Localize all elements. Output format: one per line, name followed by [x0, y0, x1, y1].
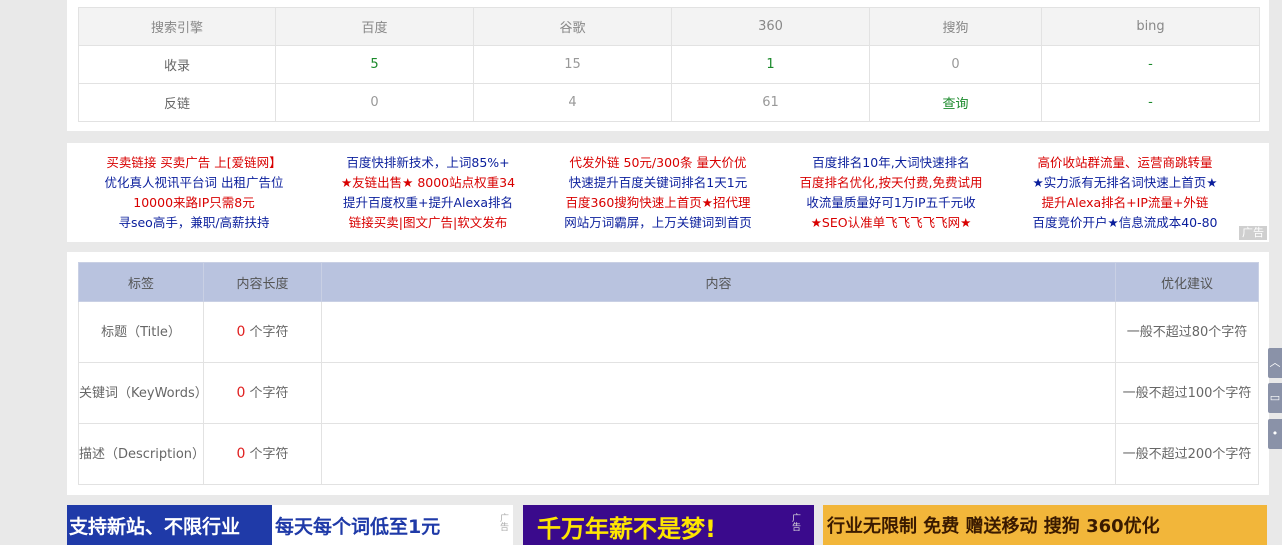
search-engine-stats-table: 搜索引擎 百度 谷歌 360 搜狗 bing 收录 5 15 1 0 - 反链 …: [78, 7, 1260, 122]
ad-link[interactable]: 链接买卖|图文广告|软文发布: [313, 213, 543, 233]
stats-header-google: 谷歌: [473, 7, 672, 46]
stats-header-baidu: 百度: [275, 7, 474, 46]
banner-2-ad-tag: 广告: [790, 513, 800, 531]
banner-1-ad-tag: 广告: [498, 513, 508, 531]
ad-link[interactable]: 优化真人视讯平台词 出租广告位: [79, 173, 309, 193]
stats-row-label: 反链: [78, 83, 276, 122]
banner-3-text: 行业无限制 免费 赠送移动 搜狗 360优化: [827, 516, 1160, 537]
seo-advice: 一般不超过100个字符: [1115, 362, 1259, 424]
seo-header-row: 标签 内容长度 内容 优化建议: [78, 262, 1259, 302]
ad-link[interactable]: 百度竞价开户★信息流成本40-80: [1010, 213, 1240, 233]
banner-1-left-text: 支持新站、不限行业: [69, 516, 241, 538]
banner-2-text: 千万年薪不是梦!: [537, 515, 716, 543]
seo-header-advice: 优化建议: [1115, 262, 1259, 302]
ad-link[interactable]: 收流量质量好可1万IP五千元收: [776, 193, 1006, 213]
seo-advice: 一般不超过80个字符: [1115, 301, 1259, 363]
ad-link[interactable]: 百度快排新技术，上词85%+: [313, 153, 543, 173]
stats-header-engine: 搜索引擎: [78, 7, 276, 46]
ad-column-3: 代发外链 50元/300条 量大价优 快速提升百度关键词排名1天1元 百度360…: [543, 153, 773, 233]
seo-header-content: 内容: [321, 262, 1116, 302]
stats-header-sogou: 搜狗: [869, 7, 1042, 46]
stats-header-360: 360: [671, 7, 870, 46]
seo-content-cell: [321, 301, 1116, 363]
ad-link[interactable]: 提升Alexa排名+IP流量+外链: [1010, 193, 1240, 213]
stats-header-bing: bing: [1041, 7, 1260, 46]
backlinks-360: 61: [671, 83, 870, 122]
seo-meta-table: 标签 内容长度 内容 优化建议 标题（Title） 0 个字符 一般不超过80个字…: [78, 262, 1259, 485]
indexed-sogou: 0: [869, 45, 1042, 84]
backlinks-baidu: 0: [275, 83, 474, 122]
ad-link[interactable]: 10000来路IP只需8元: [79, 193, 309, 213]
seo-meta-panel: 标签 内容长度 内容 优化建议 标题（Title） 0 个字符 一般不超过80个字…: [67, 252, 1269, 495]
text-ads-panel: 买卖链接 买卖广告 上[爱链网】 优化真人视讯平台词 出租广告位 10000来路…: [67, 143, 1269, 242]
feedback-icon[interactable]: ▭: [1268, 383, 1282, 413]
indexed-bing: -: [1041, 45, 1260, 84]
ad-link[interactable]: 提升百度权重+提升Alexa排名: [313, 193, 543, 213]
ad-link[interactable]: 百度排名10年,大词快速排名: [776, 153, 1006, 173]
seo-length-value: 0: [236, 445, 246, 462]
banner-ad-2[interactable]: 千万年薪不是梦! 广告: [523, 505, 814, 545]
banner-ad-1[interactable]: 支持新站、不限行业 每天每个词低至1元 广告: [67, 505, 513, 545]
seo-tag-name: 标题（Title）: [78, 301, 204, 363]
seo-header-tag: 标签: [78, 262, 204, 302]
seo-length-cell: 0 个字符: [203, 301, 322, 363]
ad-link[interactable]: 买卖链接 买卖广告 上[爱链网】: [79, 153, 309, 173]
ad-link[interactable]: 百度360搜狗快速上首页★招代理: [543, 193, 773, 213]
ad-label-badge: 广告: [1239, 226, 1267, 240]
backlinks-google: 4: [473, 83, 672, 122]
seo-length-cell: 0 个字符: [203, 362, 322, 424]
ad-link[interactable]: 寻seo高手，兼职/高薪扶持: [79, 213, 309, 233]
indexed-baidu-link[interactable]: 5: [275, 45, 474, 84]
seo-length-unit: 个字符: [249, 324, 289, 340]
seo-content-cell: [321, 362, 1116, 424]
seo-length-unit: 个字符: [249, 385, 289, 401]
seo-row-keywords: 关键词（KeyWords） 0 个字符 一般不超过100个字符: [78, 362, 1259, 424]
backlinks-sogou-query-link[interactable]: 查询: [869, 83, 1042, 122]
stats-row-indexed: 收录 5 15 1 0 -: [78, 45, 1260, 84]
ad-column-4: 百度排名10年,大词快速排名 百度排名优化,按天付费,免费试用 收流量质量好可1…: [776, 153, 1006, 233]
stats-header-row: 搜索引擎 百度 谷歌 360 搜狗 bing: [78, 7, 1260, 46]
ad-link[interactable]: ★友链出售★ 8000站点权重34: [313, 173, 543, 193]
ad-link[interactable]: 高价收站群流量、运营商跳转量: [1010, 153, 1240, 173]
ad-column-1: 买卖链接 买卖广告 上[爱链网】 优化真人视讯平台词 出租广告位 10000来路…: [79, 153, 309, 233]
up-arrow-icon[interactable]: ︿: [1268, 348, 1282, 378]
ad-link[interactable]: 百度排名优化,按天付费,免费试用: [776, 173, 1006, 193]
seo-length-cell: 0 个字符: [203, 423, 322, 485]
ad-column-2: 百度快排新技术，上词85%+ ★友链出售★ 8000站点权重34 提升百度权重+…: [313, 153, 543, 233]
indexed-360-link[interactable]: 1: [671, 45, 870, 84]
seo-header-length: 内容长度: [203, 262, 322, 302]
banner-ad-3[interactable]: 行业无限制 免费 赠送移动 搜狗 360优化: [823, 505, 1267, 545]
seo-tag-name: 描述（Description）: [78, 423, 205, 485]
ad-link[interactable]: 代发外链 50元/300条 量大价优: [543, 153, 773, 173]
seo-row-title: 标题（Title） 0 个字符 一般不超过80个字符: [78, 301, 1259, 363]
indexed-google: 15: [473, 45, 672, 84]
more-icon[interactable]: •: [1268, 419, 1282, 449]
backlinks-bing: -: [1041, 83, 1260, 122]
seo-tag-name: 关键词（KeyWords）: [78, 362, 208, 424]
ad-link[interactable]: ★SEO认准单飞飞飞飞飞网★: [776, 213, 1006, 233]
stats-row-label: 收录: [78, 45, 276, 84]
seo-row-description: 描述（Description） 0 个字符 一般不超过200个字符: [78, 423, 1259, 485]
stats-panel: 搜索引擎 百度 谷歌 360 搜狗 bing 收录 5 15 1 0 - 反链 …: [67, 0, 1269, 131]
banner-1-right-text: 每天每个词低至1元: [275, 516, 441, 538]
ad-link[interactable]: 网站万词霸屏，上万关键词到首页: [543, 213, 773, 233]
seo-length-value: 0: [236, 323, 246, 340]
seo-length-unit: 个字符: [249, 446, 289, 462]
seo-advice: 一般不超过200个字符: [1115, 423, 1259, 485]
stats-row-backlinks: 反链 0 4 61 查询 -: [78, 83, 1260, 122]
ad-link[interactable]: ★实力派有无排名词快速上首页★: [1010, 173, 1240, 193]
ad-column-5: 高价收站群流量、运营商跳转量 ★实力派有无排名词快速上首页★ 提升Alexa排名…: [1010, 153, 1240, 233]
seo-content-cell: [321, 423, 1116, 485]
ad-link[interactable]: 快速提升百度关键词排名1天1元: [543, 173, 773, 193]
seo-length-value: 0: [236, 384, 246, 401]
